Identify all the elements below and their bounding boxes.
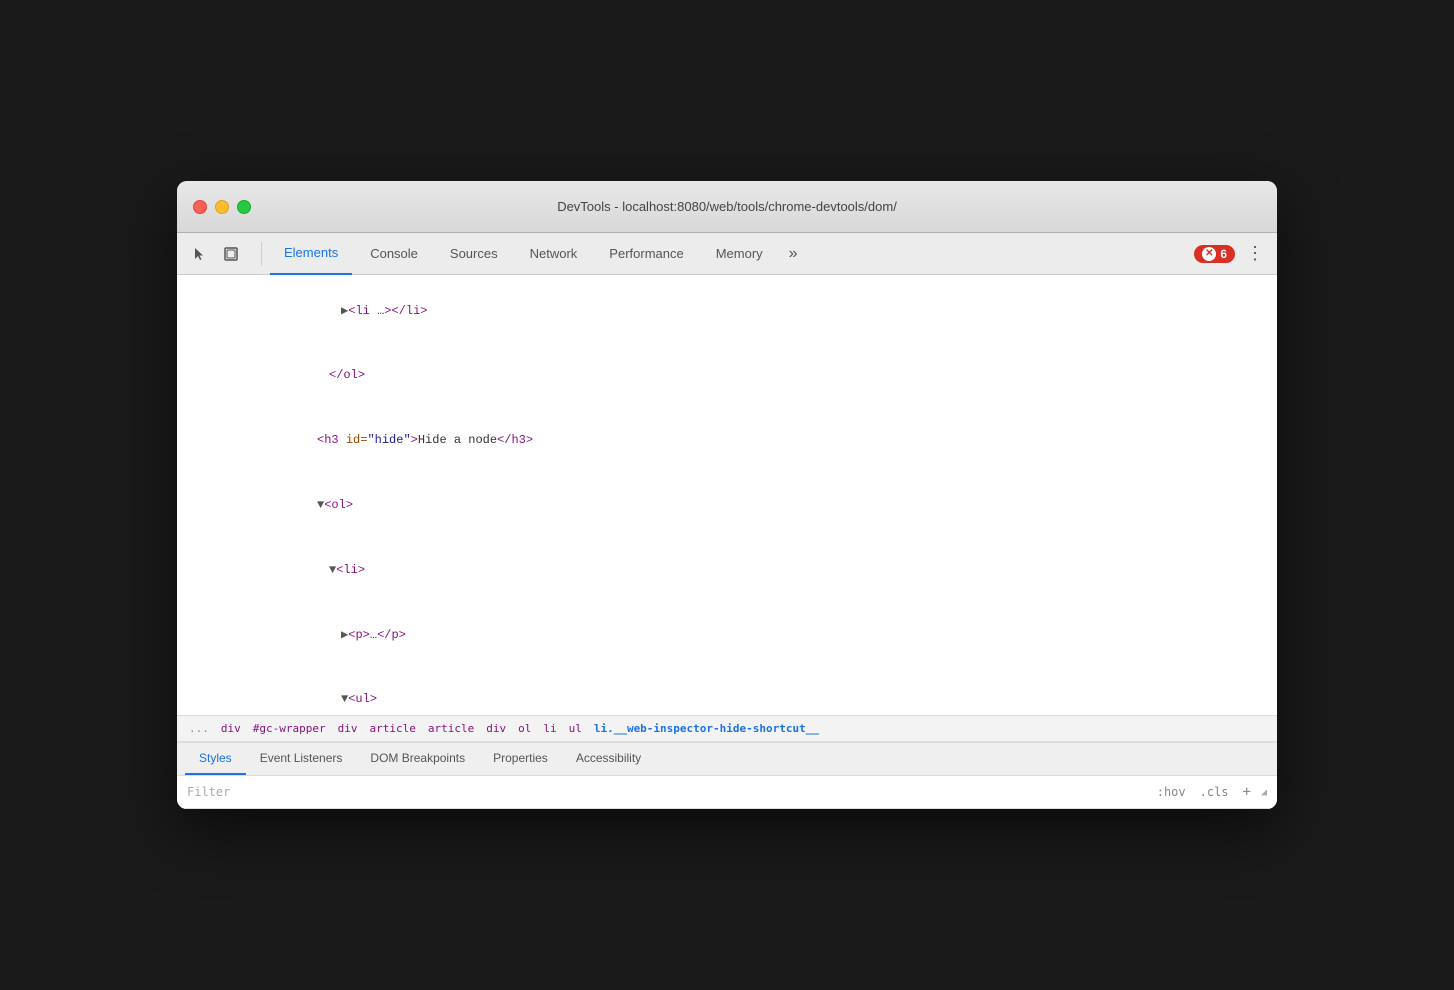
titlebar: DevTools - localhost:8080/web/tools/chro… (177, 181, 1277, 233)
dom-line-7[interactable]: ▼<ul> (177, 668, 1277, 715)
dom-line-3[interactable]: <h3 id="hide">Hide a node</h3> (177, 409, 1277, 474)
toolbar-right: ✕ 6 ⋮ (1194, 240, 1269, 268)
breadcrumb-ul[interactable]: ul (565, 720, 586, 737)
window-title: DevTools - localhost:8080/web/tools/chro… (557, 199, 897, 214)
cls-label[interactable]: .cls (1196, 783, 1233, 801)
breadcrumb-ol[interactable]: ol (514, 720, 535, 737)
toolbar-separator (261, 242, 262, 266)
error-badge[interactable]: ✕ 6 (1194, 245, 1235, 263)
tab-dom-breakpoints[interactable]: DOM Breakpoints (356, 743, 479, 775)
breadcrumb-dots[interactable]: ... (185, 720, 213, 737)
breadcrumb-div2[interactable]: div (334, 720, 362, 737)
tab-styles[interactable]: Styles (185, 743, 246, 775)
layers-icon[interactable] (217, 240, 245, 268)
bottom-tabs: Styles Event Listeners DOM Breakpoints P… (177, 743, 1277, 776)
hov-label[interactable]: :hov (1153, 783, 1190, 801)
devtools-window: DevTools - localhost:8080/web/tools/chro… (177, 181, 1277, 809)
tab-console[interactable]: Console (356, 233, 432, 275)
tab-elements[interactable]: Elements (270, 233, 352, 275)
breadcrumb-gc-wrapper[interactable]: #gc-wrapper (249, 720, 330, 737)
error-count: 6 (1220, 247, 1227, 261)
breadcrumb-div3[interactable]: div (482, 720, 510, 737)
breadcrumb-bar: ... div #gc-wrapper div article article … (177, 715, 1277, 742)
more-tabs-button[interactable]: » (781, 239, 806, 269)
dom-line-2[interactable]: </ol> (177, 344, 1277, 409)
tab-network[interactable]: Network (516, 233, 592, 275)
breadcrumb-article2[interactable]: article (424, 720, 478, 737)
filter-right: :hov .cls + ◢ (1153, 782, 1267, 802)
dom-line-4[interactable]: ▼<ol> (177, 473, 1277, 538)
tab-sources[interactable]: Sources (436, 233, 512, 275)
resize-corner: ◢ (1261, 787, 1267, 798)
cursor-icon[interactable] (185, 240, 213, 268)
filter-bar: :hov .cls + ◢ (177, 776, 1277, 809)
tab-memory[interactable]: Memory (702, 233, 777, 275)
menu-button[interactable]: ⋮ (1241, 240, 1269, 268)
tab-event-listeners[interactable]: Event Listeners (246, 743, 357, 775)
breadcrumb-li-active[interactable]: li.__web-inspector-hide-shortcut__ (590, 720, 823, 737)
tab-properties[interactable]: Properties (479, 743, 562, 775)
breadcrumb-li[interactable]: li (539, 720, 560, 737)
dom-panel[interactable]: ▶<li …></li> </ol> <h3 id="hide">Hide a … (177, 275, 1277, 715)
dom-line-5[interactable]: ▼<li> (177, 538, 1277, 603)
error-icon: ✕ (1202, 247, 1216, 261)
minimize-button[interactable] (215, 200, 229, 214)
plus-button[interactable]: + (1239, 782, 1255, 802)
breadcrumb-article1[interactable]: article (365, 720, 419, 737)
dom-line-6[interactable]: ▶<p>…</p> (177, 603, 1277, 668)
tab-performance[interactable]: Performance (595, 233, 697, 275)
toolbar: Elements Console Sources Network Perform… (177, 233, 1277, 275)
breadcrumb-div1[interactable]: div (217, 720, 245, 737)
filter-input[interactable] (187, 785, 1145, 799)
traffic-lights (193, 200, 251, 214)
tab-accessibility[interactable]: Accessibility (562, 743, 655, 775)
dom-line-1[interactable]: ▶<li …></li> (177, 279, 1277, 344)
maximize-button[interactable] (237, 200, 251, 214)
bottom-panel: Styles Event Listeners DOM Breakpoints P… (177, 742, 1277, 809)
main-content: ▶<li …></li> </ol> <h3 id="hide">Hide a … (177, 275, 1277, 809)
toolbar-icons (185, 240, 245, 268)
close-button[interactable] (193, 200, 207, 214)
